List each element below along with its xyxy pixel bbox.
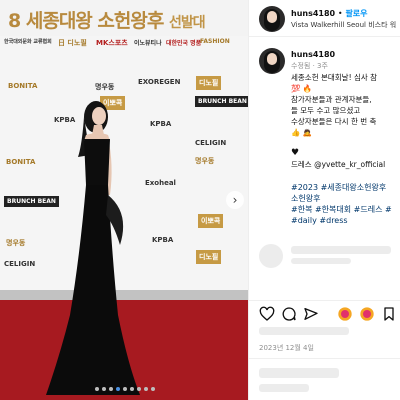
carousel-dot <box>109 387 113 391</box>
hashtag-line-2[interactable]: 소헌왕후 <box>291 193 320 204</box>
comment-input-blurred <box>259 384 309 392</box>
caption-line-2: 💯 🔥 <box>291 84 313 93</box>
hashtag-line-3[interactable]: #한복 #한복대회 #드레스 # <box>291 204 392 215</box>
event-banner: 8 세종대왕 소헌왕후 선발대 <box>0 0 248 37</box>
follow-button[interactable]: 팔로우 <box>345 9 367 18</box>
sponsor-logo: BRUNCH BEAN <box>195 96 248 107</box>
action-bar <box>259 306 397 322</box>
sponsor-logo: FASHION <box>200 38 230 45</box>
likes-blurred <box>259 327 349 335</box>
carousel-dot <box>102 387 106 391</box>
caption-line-5: 수상자분들은 다시 한 번 축 <box>291 117 377 126</box>
actions-divider <box>249 300 400 301</box>
hashtag-line-1[interactable]: #2023 #세종대왕소헌왕후 <box>291 182 386 193</box>
like-heart-icon[interactable] <box>259 306 275 322</box>
banner-title: 8 세종대왕 소헌왕후 선발대 <box>8 6 206 33</box>
share-send-icon[interactable] <box>303 306 319 322</box>
follow-separator: • <box>337 9 343 18</box>
sponsor-logo: KPBA <box>152 236 174 244</box>
sponsor-logo: CELIGIN <box>195 139 227 147</box>
carousel-dots <box>95 387 155 391</box>
caption-avatar[interactable] <box>259 48 285 74</box>
header-author: huns4180 • 팔로우 <box>291 8 368 19</box>
sponsor-logo: 명우동 <box>6 239 26 247</box>
comment-input-blurred[interactable] <box>259 368 339 378</box>
carousel-dot <box>144 387 148 391</box>
carousel-dot <box>151 387 155 391</box>
sponsor-logo: 日 디노필 <box>58 39 87 47</box>
heart-emoji: ♥ <box>291 148 300 158</box>
sponsor-logo: 대한민국 명품 <box>166 40 202 47</box>
carousel-dot <box>130 387 134 391</box>
author-avatar[interactable] <box>259 6 285 32</box>
sponsor-logo: CELIGIN <box>4 260 36 268</box>
comment-box-divider <box>249 358 400 359</box>
carousel-dot <box>123 387 127 391</box>
caption-line-1: 세종소헌 본대회날! 심사 참 <box>291 73 378 82</box>
save-bookmark-icon[interactable] <box>381 306 397 322</box>
carousel-dot-active <box>116 387 120 391</box>
caption-username[interactable]: huns4180 <box>291 50 335 59</box>
post-date: 2023년 12월 4일 <box>259 344 314 352</box>
hashtag-line-4[interactable]: #daily #dress <box>291 215 348 226</box>
sponsor-logo: 명우동 <box>195 157 215 165</box>
banner-title-number: 8 <box>8 10 21 32</box>
reaction-circle-icon[interactable] <box>337 306 353 322</box>
sponsor-logo: 이뽀콕 <box>198 214 224 228</box>
sponsor-logo: 한국대외문화 교류협회 <box>4 39 52 45</box>
banner-title-text: 세종대왕 소헌왕후 <box>25 10 164 32</box>
sponsor-logo: 명우동 <box>95 83 115 91</box>
sponsor-logo: EXOREGEN <box>138 78 181 86</box>
comment-avatar-blurred[interactable] <box>259 244 283 268</box>
next-photo-button[interactable]: › <box>226 191 244 209</box>
post-age: 3주 <box>317 62 328 70</box>
sponsor-logo: BONITA <box>8 82 38 90</box>
sponsor-logo: 디노필 <box>196 250 222 264</box>
post-header: huns4180 • 팔로우 Vista Walkerhill Seoul 비스… <box>249 0 400 37</box>
caption-meta: 수정됨 · 3주 <box>291 62 328 70</box>
caption-line-3: 참가자분들과 관계자분들, <box>291 95 372 104</box>
carousel-dot <box>95 387 99 391</box>
sponsor-logo: 디노필 <box>196 76 222 90</box>
sponsor-logo: BONITA <box>6 158 36 166</box>
comment-text-blurred <box>291 246 391 254</box>
carousel-dot <box>137 387 141 391</box>
caption-line-4: 들 모두 수고 많으셨고 <box>291 106 361 115</box>
post-side-panel: huns4180 • 팔로우 Vista Walkerhill Seoul 비스… <box>248 0 400 400</box>
post-photo[interactable]: 8 세종대왕 소헌왕후 선발대 한국대외문화 교류협회 日 디노필 MK스포츠 … <box>0 0 248 400</box>
post-location[interactable]: Vista Walkerhill Seoul 비스타 워 <box>291 20 396 30</box>
comment-meta-blurred <box>291 258 351 264</box>
dress-credit[interactable]: 드레스 @yvette_kr_official <box>291 159 385 170</box>
post-window: 8 세종대왕 소헌왕후 선발대 한국대외문화 교류협회 日 디노필 MK스포츠 … <box>0 0 400 400</box>
caption-line-6: 👍 🙇 <box>291 128 313 137</box>
sponsor-logo: 이노뷰티나 <box>134 40 162 47</box>
reaction-circle-icon[interactable] <box>359 306 375 322</box>
edited-label: 수정됨 <box>291 62 311 70</box>
header-username[interactable]: huns4180 <box>291 9 335 18</box>
sponsor-logo: MK스포츠 <box>96 39 128 47</box>
woman-in-black-gown <box>46 101 140 395</box>
banner-title-suffix: 선발대 <box>168 15 206 31</box>
sponsor-logo: KPBA <box>150 120 172 128</box>
comment-bubble-icon[interactable] <box>281 306 297 322</box>
